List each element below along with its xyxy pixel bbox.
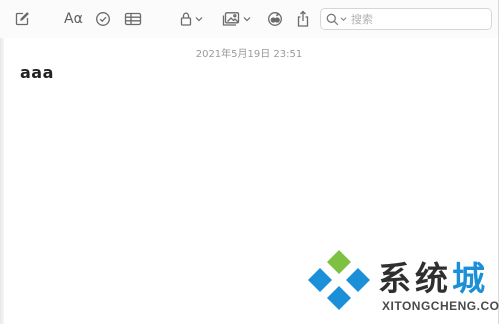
watermark-logo-blue-diamond-right bbox=[346, 268, 370, 292]
media-button[interactable] bbox=[222, 8, 251, 30]
watermark-logo-blue-diamond-bottom bbox=[327, 286, 351, 310]
share-icon bbox=[297, 10, 309, 27]
watermark-logo-blue-diamond-left bbox=[308, 268, 332, 292]
note-body-text[interactable]: aaa bbox=[20, 63, 54, 82]
table-button[interactable] bbox=[124, 8, 142, 30]
search-placeholder: 搜索 bbox=[351, 13, 373, 26]
checklist-button[interactable] bbox=[95, 8, 111, 30]
note-timestamp: 2021年5月19日 23:51 bbox=[195, 49, 303, 60]
checklist-icon bbox=[96, 12, 110, 26]
search-field[interactable]: 搜索 bbox=[320, 8, 492, 30]
watermark-subtitle: XITONGCHENG.COM bbox=[382, 299, 500, 313]
compose-icon bbox=[15, 12, 29, 26]
collaborate-icon bbox=[268, 12, 282, 26]
watermark-logo-green-diamond bbox=[327, 250, 351, 274]
format-text-icon: Aα bbox=[64, 11, 83, 27]
collaborate-button[interactable] bbox=[267, 8, 283, 30]
watermark-title-last: 城 bbox=[452, 259, 489, 298]
chevron-down-icon bbox=[195, 17, 203, 22]
watermark-title-main: 系统 bbox=[378, 259, 452, 298]
format-button[interactable]: Aα bbox=[64, 8, 83, 30]
share-button[interactable] bbox=[296, 8, 310, 30]
new-note-button[interactable] bbox=[14, 8, 30, 30]
watermark-title: 系统城 bbox=[378, 252, 489, 300]
lock-button[interactable] bbox=[180, 8, 203, 30]
toolbar: Aα 搜索 bbox=[0, 0, 498, 38]
search-icon bbox=[326, 13, 339, 25]
chevron-down-icon bbox=[340, 17, 347, 22]
chevron-down-icon bbox=[243, 17, 251, 22]
media-icon bbox=[222, 12, 240, 26]
watermark-logo bbox=[308, 250, 370, 310]
table-icon bbox=[124, 12, 142, 26]
lock-icon bbox=[180, 12, 192, 26]
